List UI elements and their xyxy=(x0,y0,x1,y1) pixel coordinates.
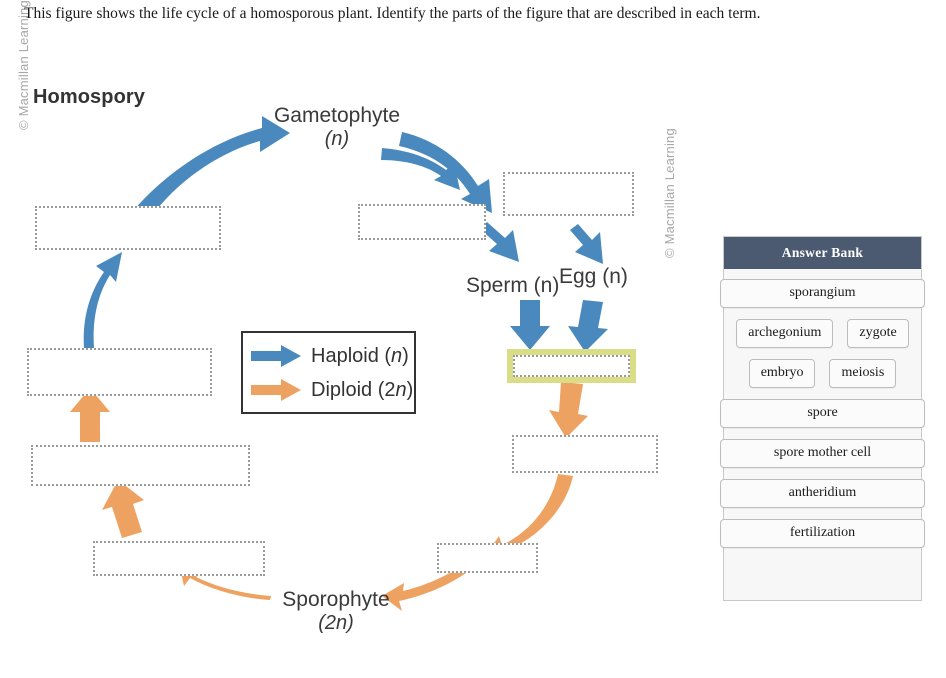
watermark-right: © Macmillan Learning xyxy=(662,128,677,258)
drop-zone-right-upper[interactable] xyxy=(503,172,634,216)
answer-chip-fertilization[interactable]: fertilization xyxy=(720,519,925,548)
legend-row-diploid: Diploid (2n) xyxy=(251,373,413,407)
arrow-gametophyte-to-center-box xyxy=(399,132,492,213)
legend-row-haploid: Haploid (n) xyxy=(251,339,409,373)
answer-bank-items: sporangium archegonium zygote embryo mei… xyxy=(720,269,925,556)
arrow-egg-to-zygote xyxy=(568,300,608,352)
answer-chip-row-2: embryo meiosis xyxy=(732,359,913,388)
drop-zone-right-lower[interactable] xyxy=(437,543,538,573)
drop-zone-left-lower[interactable] xyxy=(31,445,250,486)
label-gametophyte-ploidy: (n) xyxy=(324,127,350,150)
answer-chip-zygote[interactable]: zygote xyxy=(847,319,909,348)
drop-zone-right-mid[interactable] xyxy=(512,435,658,473)
drop-zone-zygote-highlighted[interactable] xyxy=(507,349,636,383)
answer-chip-spore-mother-cell[interactable]: spore mother cell xyxy=(720,439,925,468)
diploid-arrow-icon xyxy=(251,379,301,401)
legend-label-diploid: Diploid (2n) xyxy=(311,378,414,401)
arrow-left-bottom-to-left-lower xyxy=(102,480,144,538)
label-gametophyte-text: Gametophyte xyxy=(273,104,401,127)
question-prompt: This figure shows the life cycle of a ho… xyxy=(24,5,761,22)
label-sporophyte-text: Sporophyte xyxy=(282,588,390,611)
drop-zone-left-top[interactable] xyxy=(35,206,221,250)
arrow-to-egg xyxy=(570,224,603,264)
drop-zone-left-mid[interactable] xyxy=(27,348,212,396)
figure-question-page: This figure shows the life cycle of a ho… xyxy=(0,0,946,678)
arrow-gametophyte-to-right-box xyxy=(381,148,460,190)
arrow-zygote-to-embryo xyxy=(549,382,588,438)
arrow-haploid-to-gametophyte xyxy=(132,116,290,218)
legend-box: Haploid (n) Diploid (2n) xyxy=(241,331,416,414)
figure-title: Homospory xyxy=(33,86,146,108)
answer-bank-title: Answer Bank xyxy=(724,237,921,269)
label-egg: Egg (n) xyxy=(559,265,628,288)
arrow-left-lower-to-left-mid xyxy=(70,388,110,442)
legend-label-haploid: Haploid (n) xyxy=(311,344,409,367)
arrow-sperm-to-zygote xyxy=(510,300,550,350)
label-sperm: Sperm (n) xyxy=(466,274,560,297)
watermark-left: © Macmillan Learning xyxy=(16,0,31,130)
answer-chip-row-1: archegonium zygote xyxy=(732,319,913,348)
label-sporophyte: Sporophyte (2n) xyxy=(278,588,394,634)
haploid-arrow-icon xyxy=(251,345,301,367)
drop-zone-center-upper[interactable] xyxy=(358,204,486,240)
answer-chip-meiosis[interactable]: meiosis xyxy=(829,359,897,388)
answer-chip-embryo[interactable]: embryo xyxy=(748,359,816,388)
answer-chip-archegonium[interactable]: archegonium xyxy=(736,319,834,348)
answer-bank: Answer Bank sporangium archegonium zygot… xyxy=(720,236,925,601)
answer-chip-spore[interactable]: spore xyxy=(720,399,925,428)
label-gametophyte: Gametophyte (n) xyxy=(272,104,402,150)
arrow-left-mid-to-left-top xyxy=(83,252,122,348)
answer-chip-sporangium[interactable]: sporangium xyxy=(720,279,925,308)
drop-zone-left-bottom[interactable] xyxy=(93,541,265,576)
label-sporophyte-ploidy: (2n) xyxy=(318,611,354,634)
answer-chip-antheridium[interactable]: antheridium xyxy=(720,479,925,508)
